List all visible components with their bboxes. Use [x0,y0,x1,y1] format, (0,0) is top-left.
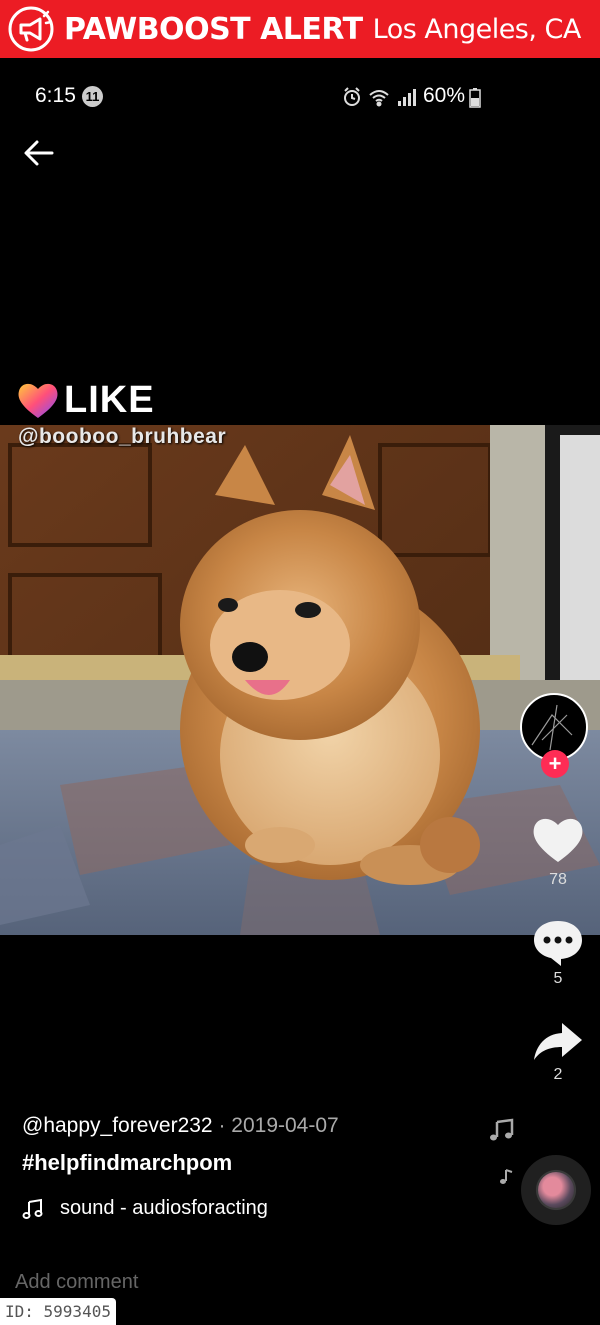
share-button[interactable]: 2 [520,1020,596,1084]
heart-logo-icon [18,383,58,418]
status-time: 6:15 [35,84,76,107]
listing-id-tag: ID: 5993405 [0,1298,116,1325]
battery-icon [469,88,481,108]
video-watermark: @booboo_bruhbear [18,425,227,448]
add-comment-input[interactable]: Add comment [15,1271,138,1294]
signal-icon [398,89,416,106]
brand-title: PAWBOOST ALERT [64,11,363,47]
music-note-icon [22,1198,43,1219]
comment-button[interactable]: 5 [520,918,596,988]
hashtag-link[interactable]: #helpfindmarchpom [22,1150,232,1176]
wifi-icon [369,90,389,107]
sound-title: sound - audiosforacting [60,1197,268,1219]
sound-disc[interactable] [521,1155,591,1225]
alarm-icon [344,87,360,106]
post-date: 2019-04-07 [231,1114,339,1137]
comment-count: 5 [553,970,563,987]
alert-location: Los Angeles, CA [372,13,582,45]
status-bar: 6:15 11 60% [0,82,600,112]
follow-button[interactable]: + [541,750,569,778]
caption-separator: · [212,1114,232,1137]
status-icons [344,87,416,107]
caption-header: @happy_forever232 · 2019-04-07 [22,1114,339,1138]
notification-count-badge: 11 [82,86,103,107]
heart-icon [533,818,583,862]
floating-note-icon [500,1169,513,1184]
share-icon [534,1023,582,1060]
alert-banner: PAWBOOST ALERT Los Angeles, CA [0,0,600,58]
share-count: 2 [553,1066,563,1083]
like-count: 78 [549,871,567,888]
sound-link[interactable]: sound - audiosforacting [22,1197,268,1220]
battery-percent: 60% [423,84,466,107]
disc-cover [538,1172,574,1208]
comment-icon [534,921,582,966]
floating-note-icon [490,1118,514,1141]
like-app-logo: LIKE [16,378,155,422]
megaphone-icon [8,6,54,52]
creator-username[interactable]: @happy_forever232 [22,1114,213,1137]
back-arrow-icon[interactable] [22,136,56,170]
like-logo-text: LIKE [64,378,155,421]
pet-photo [0,425,600,935]
like-button[interactable]: 78 [520,815,596,889]
